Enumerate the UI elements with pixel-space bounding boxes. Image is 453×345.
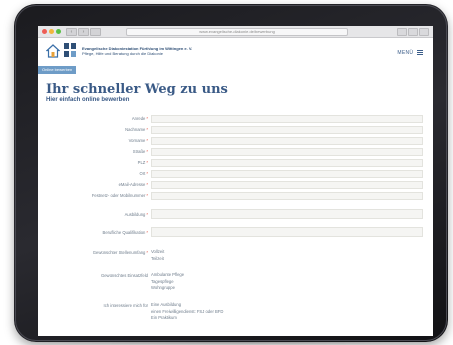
field-label: Gewünschtes Einsatzfeld <box>100 273 148 278</box>
organization-line-2: Pflege, Hilfe und Beratung durch die Dia… <box>82 51 163 56</box>
new-tab-icon[interactable] <box>419 28 429 36</box>
diakonie-logo-icon[interactable] <box>64 43 76 57</box>
page-tag[interactable]: Online bewerben <box>38 66 77 74</box>
menu-button[interactable]: MENÜ <box>397 49 423 56</box>
menu-label: MENÜ <box>397 49 414 56</box>
form-row-stellenumfang: Gewünschter Stellenumfang* Vollzeit Teil… <box>38 249 433 265</box>
field-label: Vorname* <box>128 138 148 143</box>
form-row-einsatzfeld: Gewünschtes Einsatzfeld Ambulante Pflege… <box>38 272 433 294</box>
field-label: Ausbildung* <box>124 212 148 217</box>
field-label: Gewünschter Stellenumfang* <box>92 250 148 255</box>
interesse-options: Eine Ausbildung einen Freiwilligendienst… <box>151 302 223 322</box>
option-praktikum[interactable]: Ein Praktikum <box>151 315 223 322</box>
field-label: Festnetz- oder Mobilnummer* <box>91 193 148 198</box>
form-row-telefon: Festnetz- oder Mobilnummer* <box>38 191 433 201</box>
hamburger-icon <box>417 49 423 56</box>
form-row-vorname: Vorname* <box>38 136 433 146</box>
form-row-anrede: Anrede* <box>38 114 433 124</box>
browser-toolbar: ‹ › www.evangelische-diakonie.de/bewerbu… <box>38 26 433 38</box>
option-vollzeit[interactable]: Vollzeit <box>151 249 164 256</box>
field-label: Nachname* <box>125 127 148 132</box>
field-label: Anrede* <box>131 116 148 121</box>
nachname-field[interactable] <box>151 126 423 134</box>
page-title: Ihr schneller Weg zu uns <box>46 82 228 97</box>
minimize-window-icon[interactable] <box>49 29 54 34</box>
form-row-email: eMail-Adresse* <box>38 180 433 190</box>
field-label: eMail-Adresse* <box>118 182 148 187</box>
form-row-strasse: Straße* <box>38 147 433 157</box>
site-header: Evangelische Diakoniestation Fürth/ung i… <box>38 38 433 70</box>
form-row-interesse: Ich interessiere mich für Eine Ausbildun… <box>38 302 433 324</box>
close-window-icon[interactable] <box>42 29 47 34</box>
house-logo-icon[interactable] <box>46 44 60 58</box>
email-field[interactable] <box>151 181 423 189</box>
form-row-ausbildung: Ausbildung* <box>38 208 433 221</box>
form-row-qualifikation: Berufliche Qualifikation* <box>38 226 433 239</box>
tabs-icon[interactable] <box>408 28 418 36</box>
stellenumfang-options: Vollzeit Teilzeit <box>151 249 164 262</box>
field-label: Straße* <box>132 149 148 154</box>
forward-arrow-icon[interactable]: › <box>78 28 89 36</box>
sidebar-toggle-icon[interactable] <box>90 28 101 36</box>
ausbildung-field[interactable] <box>151 209 423 219</box>
field-label: Ort* <box>139 171 148 176</box>
einsatzfeld-options: Ambulante Pflege Tagespflege Wohngruppe <box>151 272 184 292</box>
form-row-ort: Ort* <box>38 169 433 179</box>
field-label: Ich interessiere mich für <box>103 303 148 308</box>
option-ambulante-pflege[interactable]: Ambulante Pflege <box>151 272 184 279</box>
maximize-window-icon[interactable] <box>56 29 61 34</box>
share-icon[interactable] <box>397 28 407 36</box>
field-label: PLZ* <box>137 160 148 165</box>
phone-field[interactable] <box>151 192 423 200</box>
vorname-field[interactable] <box>151 137 423 145</box>
form-row-nachname: Nachname* <box>38 125 433 135</box>
organization-name: Evangelische Diakoniestation Fürth/ung i… <box>82 46 192 56</box>
form-row-plz: PLZ* <box>38 158 433 168</box>
anrede-field[interactable] <box>151 115 423 123</box>
tablet-screen: ‹ › www.evangelische-diakonie.de/bewerbu… <box>38 26 433 336</box>
qualifikation-field[interactable] <box>151 227 423 237</box>
page-subtitle: Hier einfach online bewerben <box>46 97 130 103</box>
plz-field[interactable] <box>151 159 423 167</box>
ort-field[interactable] <box>151 170 423 178</box>
back-arrow-icon[interactable]: ‹ <box>66 28 77 36</box>
option-teilzeit[interactable]: Teilzeit <box>151 256 164 263</box>
option-wohngruppe[interactable]: Wohngruppe <box>151 285 184 292</box>
tablet-device: ‹ › www.evangelische-diakonie.de/bewerbu… <box>14 4 448 342</box>
field-label: Berufliche Qualifikation* <box>102 230 148 235</box>
address-bar[interactable]: www.evangelische-diakonie.de/bewerbung <box>126 28 348 36</box>
strasse-field[interactable] <box>151 148 423 156</box>
